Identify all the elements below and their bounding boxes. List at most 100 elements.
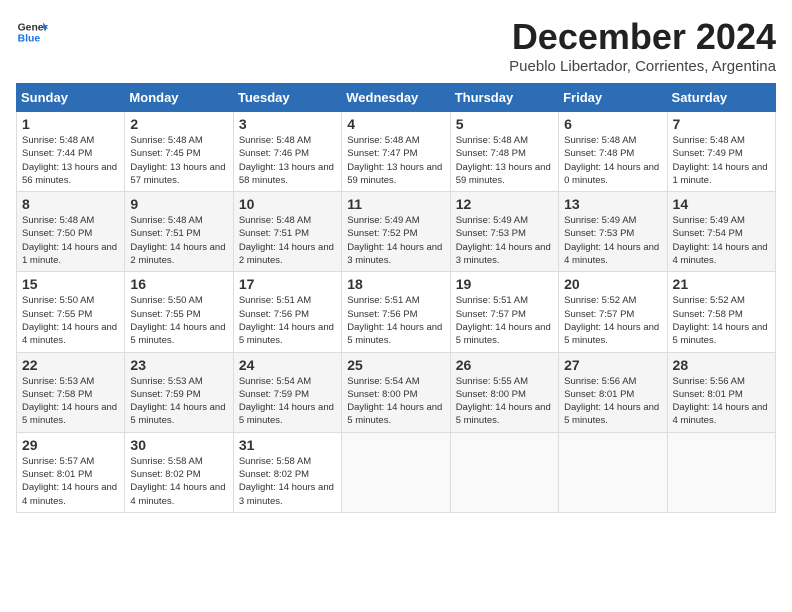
- calendar-week-4: 22 Sunrise: 5:53 AMSunset: 7:58 PMDayligh…: [17, 352, 776, 432]
- cell-info: Sunrise: 5:58 AMSunset: 8:02 PMDaylight:…: [239, 456, 334, 507]
- day-number: 31: [239, 437, 336, 453]
- day-number: 20: [564, 276, 661, 292]
- cell-info: Sunrise: 5:48 AMSunset: 7:45 PMDaylight:…: [130, 135, 225, 186]
- calendar-cell: 8 Sunrise: 5:48 AMSunset: 7:50 PMDaylight…: [17, 192, 125, 272]
- cell-info: Sunrise: 5:56 AMSunset: 8:01 PMDaylight:…: [673, 376, 768, 427]
- cell-info: Sunrise: 5:56 AMSunset: 8:01 PMDaylight:…: [564, 376, 659, 427]
- calendar-cell: 10 Sunrise: 5:48 AMSunset: 7:51 PMDayligh…: [233, 192, 341, 272]
- calendar-cell: 25 Sunrise: 5:54 AMSunset: 8:00 PMDayligh…: [342, 352, 450, 432]
- day-number: 11: [347, 196, 444, 212]
- day-number: 16: [130, 276, 227, 292]
- calendar-cell: 12 Sunrise: 5:49 AMSunset: 7:53 PMDayligh…: [450, 192, 558, 272]
- day-header-sunday: Sunday: [17, 84, 125, 112]
- day-number: 12: [456, 196, 553, 212]
- day-number: 28: [673, 357, 770, 373]
- calendar-header-row: SundayMondayTuesdayWednesdayThursdayFrid…: [17, 84, 776, 112]
- day-header-thursday: Thursday: [450, 84, 558, 112]
- calendar-cell: 27 Sunrise: 5:56 AMSunset: 8:01 PMDayligh…: [559, 352, 667, 432]
- calendar-cell: 28 Sunrise: 5:56 AMSunset: 8:01 PMDayligh…: [667, 352, 775, 432]
- day-number: 8: [22, 196, 119, 212]
- calendar-cell: 26 Sunrise: 5:55 AMSunset: 8:00 PMDayligh…: [450, 352, 558, 432]
- cell-info: Sunrise: 5:57 AMSunset: 8:01 PMDaylight:…: [22, 456, 117, 507]
- cell-info: Sunrise: 5:53 AMSunset: 7:59 PMDaylight:…: [130, 376, 225, 427]
- cell-info: Sunrise: 5:48 AMSunset: 7:44 PMDaylight:…: [22, 135, 117, 186]
- calendar-cell: 5 Sunrise: 5:48 AMSunset: 7:48 PMDaylight…: [450, 112, 558, 192]
- calendar-cell: 7Sunrise: 5:48 AMSunset: 7:49 PMDaylight…: [667, 112, 775, 192]
- cell-info: Sunrise: 5:55 AMSunset: 8:00 PMDaylight:…: [456, 376, 551, 427]
- cell-info: Sunrise: 5:58 AMSunset: 8:02 PMDaylight:…: [130, 456, 225, 507]
- cell-info: Sunrise: 5:48 AMSunset: 7:48 PMDaylight:…: [564, 135, 659, 186]
- cell-info: Sunrise: 5:53 AMSunset: 7:58 PMDaylight:…: [22, 376, 117, 427]
- calendar-cell: 3 Sunrise: 5:48 AMSunset: 7:46 PMDaylight…: [233, 112, 341, 192]
- calendar-cell: 15Sunrise: 5:50 AMSunset: 7:55 PMDayligh…: [17, 272, 125, 352]
- day-header-friday: Friday: [559, 84, 667, 112]
- subtitle: Pueblo Libertador, Corrientes, Argentina: [509, 58, 776, 75]
- day-number: 24: [239, 357, 336, 373]
- logo: General Blue: [16, 16, 48, 48]
- month-title: December 2024: [509, 16, 776, 58]
- cell-info: Sunrise: 5:49 AMSunset: 7:52 PMDaylight:…: [347, 215, 442, 266]
- cell-info: Sunrise: 5:49 AMSunset: 7:53 PMDaylight:…: [564, 215, 659, 266]
- day-number: 3: [239, 116, 336, 132]
- cell-info: Sunrise: 5:48 AMSunset: 7:48 PMDaylight:…: [456, 135, 551, 186]
- cell-info: Sunrise: 5:50 AMSunset: 7:55 PMDaylight:…: [22, 295, 117, 346]
- calendar-cell: [559, 432, 667, 512]
- day-header-saturday: Saturday: [667, 84, 775, 112]
- calendar-cell: 29Sunrise: 5:57 AMSunset: 8:01 PMDayligh…: [17, 432, 125, 512]
- cell-info: Sunrise: 5:48 AMSunset: 7:47 PMDaylight:…: [347, 135, 442, 186]
- day-number: 25: [347, 357, 444, 373]
- day-number: 2: [130, 116, 227, 132]
- day-number: 17: [239, 276, 336, 292]
- cell-info: Sunrise: 5:48 AMSunset: 7:46 PMDaylight:…: [239, 135, 334, 186]
- calendar-cell: 20 Sunrise: 5:52 AMSunset: 7:57 PMDayligh…: [559, 272, 667, 352]
- cell-info: Sunrise: 5:48 AMSunset: 7:49 PMDaylight:…: [673, 135, 768, 186]
- cell-info: Sunrise: 5:51 AMSunset: 7:56 PMDaylight:…: [239, 295, 334, 346]
- cell-info: Sunrise: 5:48 AMSunset: 7:50 PMDaylight:…: [22, 215, 117, 266]
- day-number: 5: [456, 116, 553, 132]
- cell-info: Sunrise: 5:54 AMSunset: 8:00 PMDaylight:…: [347, 376, 442, 427]
- day-number: 9: [130, 196, 227, 212]
- calendar-cell: 14 Sunrise: 5:49 AMSunset: 7:54 PMDayligh…: [667, 192, 775, 272]
- day-number: 6: [564, 116, 661, 132]
- calendar-cell: 2 Sunrise: 5:48 AMSunset: 7:45 PMDaylight…: [125, 112, 233, 192]
- calendar-week-5: 29Sunrise: 5:57 AMSunset: 8:01 PMDayligh…: [17, 432, 776, 512]
- calendar-cell: 18Sunrise: 5:51 AMSunset: 7:56 PMDayligh…: [342, 272, 450, 352]
- svg-text:Blue: Blue: [18, 34, 41, 45]
- calendar-cell: 17 Sunrise: 5:51 AMSunset: 7:56 PMDayligh…: [233, 272, 341, 352]
- day-header-monday: Monday: [125, 84, 233, 112]
- day-number: 10: [239, 196, 336, 212]
- day-number: 4: [347, 116, 444, 132]
- cell-info: Sunrise: 5:51 AMSunset: 7:57 PMDaylight:…: [456, 295, 551, 346]
- calendar-cell: 11 Sunrise: 5:49 AMSunset: 7:52 PMDayligh…: [342, 192, 450, 272]
- day-number: 23: [130, 357, 227, 373]
- cell-info: Sunrise: 5:50 AMSunset: 7:55 PMDaylight:…: [130, 295, 225, 346]
- day-number: 14: [673, 196, 770, 212]
- calendar-week-2: 8 Sunrise: 5:48 AMSunset: 7:50 PMDaylight…: [17, 192, 776, 272]
- day-number: 27: [564, 357, 661, 373]
- cell-info: Sunrise: 5:48 AMSunset: 7:51 PMDaylight:…: [239, 215, 334, 266]
- header: General Blue December 2024 Pueblo Libert…: [16, 16, 776, 75]
- calendar-cell: 1 Sunrise: 5:48 AMSunset: 7:44 PMDaylight…: [17, 112, 125, 192]
- calendar-cell: 31 Sunrise: 5:58 AMSunset: 8:02 PMDayligh…: [233, 432, 341, 512]
- calendar-week-3: 15Sunrise: 5:50 AMSunset: 7:55 PMDayligh…: [17, 272, 776, 352]
- day-number: 22: [22, 357, 119, 373]
- cell-info: Sunrise: 5:52 AMSunset: 7:58 PMDaylight:…: [673, 295, 768, 346]
- calendar-cell: 16 Sunrise: 5:50 AMSunset: 7:55 PMDayligh…: [125, 272, 233, 352]
- calendar-cell: 30Sunrise: 5:58 AMSunset: 8:02 PMDayligh…: [125, 432, 233, 512]
- title-area: December 2024 Pueblo Libertador, Corrien…: [509, 16, 776, 75]
- cell-info: Sunrise: 5:51 AMSunset: 7:56 PMDaylight:…: [347, 295, 442, 346]
- calendar-cell: 24 Sunrise: 5:54 AMSunset: 7:59 PMDayligh…: [233, 352, 341, 432]
- day-number: 1: [22, 116, 119, 132]
- calendar-cell: 22 Sunrise: 5:53 AMSunset: 7:58 PMDayligh…: [17, 352, 125, 432]
- day-number: 26: [456, 357, 553, 373]
- cell-info: Sunrise: 5:52 AMSunset: 7:57 PMDaylight:…: [564, 295, 659, 346]
- calendar-cell: [667, 432, 775, 512]
- cell-info: Sunrise: 5:49 AMSunset: 7:54 PMDaylight:…: [673, 215, 768, 266]
- cell-info: Sunrise: 5:54 AMSunset: 7:59 PMDaylight:…: [239, 376, 334, 427]
- day-number: 21: [673, 276, 770, 292]
- calendar-cell: [450, 432, 558, 512]
- day-number: 13: [564, 196, 661, 212]
- calendar-cell: 21 Sunrise: 5:52 AMSunset: 7:58 PMDayligh…: [667, 272, 775, 352]
- calendar-cell: 6 Sunrise: 5:48 AMSunset: 7:48 PMDaylight…: [559, 112, 667, 192]
- cell-info: Sunrise: 5:49 AMSunset: 7:53 PMDaylight:…: [456, 215, 551, 266]
